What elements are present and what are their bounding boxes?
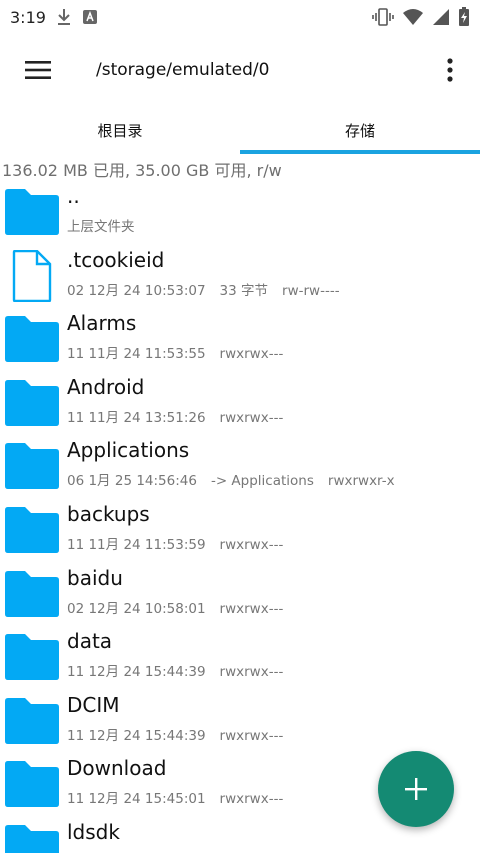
tab-root[interactable]: 根目录 [0, 106, 240, 154]
file-name: Applications [67, 438, 190, 463]
wifi-icon [403, 9, 423, 25]
file-meta: 11 11月 24 11:53:59 rwxrwx--- [67, 533, 297, 553]
tab-selected-indicator [240, 150, 480, 154]
file-perms: rwxrwx--- [219, 727, 284, 744]
file-list-item[interactable]: backups 11 11月 24 11:53:59 rwxrwx--- [0, 499, 480, 563]
file-meta: 11 12月 24 15:45:01 rwxrwx--- [67, 787, 297, 807]
file-size: -> Applications [210, 473, 314, 490]
folder-icon [5, 378, 59, 426]
status-right-icons [372, 7, 470, 27]
file-meta: 06 1月 25 14:56:46 -> Applications rwxrwxr-… [67, 469, 409, 489]
status-left-icons [56, 8, 98, 26]
tab-storage[interactable]: 存储 [240, 106, 480, 154]
file-list-item[interactable]: DCIM 11 12月 24 15:44:39 rwxrwx--- [0, 690, 480, 754]
file-date: 11 12月 24 15:45:01 [67, 791, 206, 808]
plus-icon [405, 778, 427, 800]
file-meta: 11 11月 24 11:53:55 rwxrwx--- [67, 342, 297, 362]
file-name: ldsdk [67, 820, 120, 844]
file-date: 11 11月 24 13:51:26 [67, 409, 206, 426]
file-meta: 11 11月 24 13:51:26 rwxrwx--- [67, 406, 297, 426]
folder-icon [5, 314, 59, 363]
file-perms: rwxrwx--- [219, 346, 284, 363]
file-list-item[interactable]: baidu 02 12月 24 10:58:01 rwxrwx--- [0, 563, 480, 627]
hamburger-menu-button[interactable] [0, 34, 76, 106]
file-meta: 11 12月 24 15:44:39 rwxrwx--- [67, 724, 297, 744]
battery-icon [459, 7, 469, 26]
vibrate-icon [372, 8, 394, 26]
file-date: 11 11月 24 11:53:59 [67, 537, 206, 553]
file-perms: rwxrwxr-x [327, 473, 395, 490]
status-time: 3:19 [10, 7, 46, 27]
folder-icon [5, 441, 59, 490]
hamburger-menu-icon [25, 61, 51, 79]
file-perms: rw-rw---- [282, 282, 340, 299]
file-meta: 上层文件夹 [67, 215, 149, 235]
file-meta: 11 12月 24 15:44:39 rwxrwx--- [67, 660, 297, 680]
file-name: .. [67, 184, 80, 208]
folder-icon [5, 696, 59, 744]
file-name: Alarms [67, 311, 137, 336]
file-size: 33 字节 [219, 282, 269, 299]
file-list-item[interactable]: .. 上层文件夹 [0, 181, 480, 245]
file-manager-screen: 3:19 /storage/emulated/0 根目录 存储 136.02 M… [0, 0, 480, 853]
file-date: 11 12月 24 15:44:39 [67, 727, 206, 744]
tab-bar: 根目录 存储 [0, 106, 480, 154]
file-date: 06 1月 25 14:56:46 [67, 473, 197, 490]
file-perms: rwxrwx--- [219, 409, 284, 426]
file-meta: 02 12月 24 10:53:07 33 字节 rw-rw---- [67, 279, 354, 299]
file-name: Download [67, 756, 167, 781]
signal-icon [433, 9, 449, 25]
current-path-title: /storage/emulated/0 [96, 60, 270, 80]
file-name: Android [67, 374, 145, 399]
add-fab-button[interactable] [378, 751, 454, 827]
file-date: 上层文件夹 [67, 219, 135, 235]
file-date: 02 12月 24 10:58:01 [67, 600, 206, 617]
file-date: 11 12月 24 15:44:39 [67, 664, 206, 681]
folder-icon [5, 823, 59, 853]
folder-icon [5, 759, 59, 808]
file-name: .tcookieid [67, 247, 165, 272]
file-name: baidu [67, 565, 123, 590]
file-date: 11 11月 24 11:53:55 [67, 346, 206, 363]
file-list-item[interactable]: Alarms 11 11月 24 11:53:55 rwxrwx--- [0, 308, 480, 372]
more-vertical-icon [447, 58, 453, 82]
storage-usage-info: 136.02 MB 已用, 35.00 GB 可用, r/w [2, 161, 282, 180]
file-perms: rwxrwx--- [219, 791, 284, 808]
download-icon [57, 9, 70, 25]
file-list-item[interactable]: data 11 12月 24 15:44:39 rwxrwx--- [0, 626, 480, 690]
file-date: 02 12月 24 10:53:07 [67, 282, 206, 299]
file-list-item[interactable]: Android 11 11月 24 13:51:26 rwxrwx--- [0, 372, 480, 436]
file-perms: rwxrwx--- [219, 600, 284, 617]
notification-a-icon [82, 10, 97, 24]
file-name: data [67, 629, 113, 654]
status-bar: 3:19 [0, 0, 480, 34]
toolbar: /storage/emulated/0 [0, 34, 480, 106]
more-options-button[interactable] [420, 34, 480, 106]
file-perms: rwxrwx--- [219, 664, 284, 681]
folder-icon [5, 187, 59, 235]
file-meta: 02 12月 24 10:58:01 rwxrwx--- [67, 597, 297, 617]
file-name: DCIM [67, 692, 120, 717]
file-perms: rwxrwx--- [219, 537, 284, 553]
file-icon [5, 249, 59, 302]
file-list-item[interactable]: .tcookieid 02 12月 24 10:53:07 33 字节 rw-rw--… [0, 245, 480, 309]
folder-icon [5, 505, 59, 553]
folder-icon [5, 632, 59, 681]
file-list-item[interactable]: Applications 06 1月 25 14:56:46 -> Applicat… [0, 435, 480, 499]
file-name: backups [67, 502, 150, 526]
folder-icon [5, 569, 59, 617]
